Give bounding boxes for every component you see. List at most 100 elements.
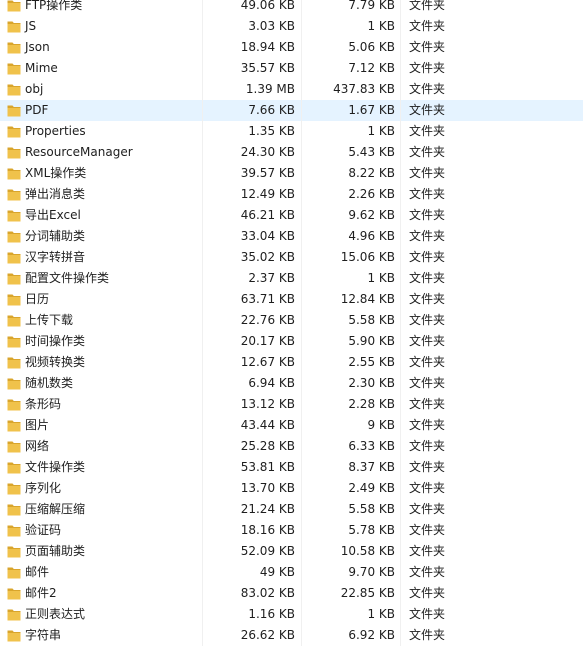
- file-name: 文件操作类: [25, 460, 86, 474]
- file-size: 39.57 KB: [240, 166, 295, 180]
- file-row[interactable]: 随机数类 6.94 KB 2.30 KB 文件夹: [0, 373, 583, 394]
- column-divider: [400, 436, 401, 457]
- file-row[interactable]: 字符串 26.62 KB 6.92 KB 文件夹: [0, 625, 583, 646]
- file-size: 43.44 KB: [240, 418, 295, 432]
- file-size: 13.12 KB: [240, 397, 295, 411]
- file-row[interactable]: JS 3.03 KB 1 KB 文件夹: [0, 16, 583, 37]
- column-divider: [400, 184, 401, 205]
- folder-icon: [7, 525, 21, 537]
- column-divider: [301, 247, 302, 268]
- folder-icon: [7, 504, 21, 516]
- file-name: 邮件: [25, 565, 50, 579]
- file-row[interactable]: 导出Excel 46.21 KB 9.62 KB 文件夹: [0, 205, 583, 226]
- file-row[interactable]: 邮件 49 KB 9.70 KB 文件夹: [0, 562, 583, 583]
- packed-size: 2.55 KB: [348, 355, 395, 369]
- file-type: 文件夹: [409, 439, 446, 453]
- file-row[interactable]: ResourceManager 24.30 KB 5.43 KB 文件夹: [0, 142, 583, 163]
- file-row[interactable]: 上传下载 22.76 KB 5.58 KB 文件夹: [0, 310, 583, 331]
- file-size: 33.04 KB: [240, 229, 295, 243]
- folder-icon: [7, 21, 21, 33]
- folder-icon: [7, 567, 21, 579]
- file-name: 压缩解压缩: [25, 502, 86, 516]
- folder-icon: [7, 378, 21, 390]
- file-type: 文件夹: [409, 481, 446, 495]
- column-divider: [301, 121, 302, 142]
- column-divider: [400, 163, 401, 184]
- file-row[interactable]: FTP操作类 49.06 KB 7.79 KB 文件夹: [0, 0, 583, 16]
- column-divider: [400, 520, 401, 541]
- column-divider: [301, 541, 302, 562]
- file-name: 邮件2: [25, 586, 57, 600]
- file-type: 文件夹: [409, 460, 446, 474]
- packed-size: 2.26 KB: [348, 187, 395, 201]
- file-name: 随机数类: [25, 376, 74, 390]
- folder-icon: [7, 441, 21, 453]
- packed-size: 1 KB: [367, 19, 395, 33]
- column-divider: [202, 415, 203, 436]
- file-row[interactable]: Json 18.94 KB 5.06 KB 文件夹: [0, 37, 583, 58]
- file-name: 序列化: [25, 481, 62, 495]
- file-row[interactable]: 验证码 18.16 KB 5.78 KB 文件夹: [0, 520, 583, 541]
- file-row[interactable]: 条形码 13.12 KB 2.28 KB 文件夹: [0, 394, 583, 415]
- column-divider: [202, 37, 203, 58]
- folder-icon: [7, 210, 21, 222]
- file-size: 52.09 KB: [240, 544, 295, 558]
- file-row[interactable]: Mime 35.57 KB 7.12 KB 文件夹: [0, 58, 583, 79]
- file-row[interactable]: 分词辅助类 33.04 KB 4.96 KB 文件夹: [0, 226, 583, 247]
- file-type: 文件夹: [409, 208, 446, 222]
- file-row[interactable]: 图片 43.44 KB 9 KB 文件夹: [0, 415, 583, 436]
- file-type: 文件夹: [409, 145, 446, 159]
- folder-icon: [7, 252, 21, 264]
- file-size: 3.03 KB: [248, 19, 295, 33]
- file-row[interactable]: XML操作类 39.57 KB 8.22 KB 文件夹: [0, 163, 583, 184]
- folder-icon: [7, 483, 21, 495]
- file-row[interactable]: 邮件2 83.02 KB 22.85 KB 文件夹: [0, 583, 583, 604]
- packed-size: 9.62 KB: [348, 208, 395, 222]
- column-divider: [301, 352, 302, 373]
- column-divider: [301, 499, 302, 520]
- file-name: 视频转换类: [25, 355, 86, 369]
- file-row[interactable]: 汉字转拼音 35.02 KB 15.06 KB 文件夹: [0, 247, 583, 268]
- column-divider: [202, 142, 203, 163]
- file-size: 12.49 KB: [240, 187, 295, 201]
- column-divider: [202, 310, 203, 331]
- file-size: 2.37 KB: [248, 271, 295, 285]
- column-divider: [301, 79, 302, 100]
- column-divider: [301, 37, 302, 58]
- file-row[interactable]: 网络 25.28 KB 6.33 KB 文件夹: [0, 436, 583, 457]
- file-row[interactable]: 文件操作类 53.81 KB 8.37 KB 文件夹: [0, 457, 583, 478]
- file-name: 图片: [25, 418, 50, 432]
- file-row[interactable]: obj 1.39 MB 437.83 KB 文件夹: [0, 79, 583, 100]
- file-row[interactable]: 弹出消息类 12.49 KB 2.26 KB 文件夹: [0, 184, 583, 205]
- file-row[interactable]: 配置文件操作类 2.37 KB 1 KB 文件夹: [0, 268, 583, 289]
- file-size: 12.67 KB: [240, 355, 295, 369]
- column-divider: [202, 226, 203, 247]
- file-row[interactable]: 时间操作类 20.17 KB 5.90 KB 文件夹: [0, 331, 583, 352]
- file-row[interactable]: 压缩解压缩 21.24 KB 5.58 KB 文件夹: [0, 499, 583, 520]
- file-row[interactable]: 正则表达式 1.16 KB 1 KB 文件夹: [0, 604, 583, 625]
- file-row[interactable]: 日历 63.71 KB 12.84 KB 文件夹: [0, 289, 583, 310]
- column-divider: [202, 541, 203, 562]
- folder-icon: [7, 315, 21, 327]
- file-row[interactable]: 视频转换类 12.67 KB 2.55 KB 文件夹: [0, 352, 583, 373]
- file-name: XML操作类: [25, 166, 87, 180]
- packed-size: 8.37 KB: [348, 460, 395, 474]
- file-type: 文件夹: [409, 523, 446, 537]
- file-type: 文件夹: [409, 19, 446, 33]
- column-divider: [301, 415, 302, 436]
- file-name: Json: [25, 40, 50, 54]
- file-row[interactable]: PDF 7.66 KB 1.67 KB 文件夹: [0, 100, 583, 121]
- file-type: 文件夹: [409, 229, 446, 243]
- file-type: 文件夹: [409, 586, 446, 600]
- file-type: 文件夹: [409, 628, 446, 642]
- folder-icon: [7, 462, 21, 474]
- file-row[interactable]: 页面辅助类 52.09 KB 10.58 KB 文件夹: [0, 541, 583, 562]
- column-divider: [202, 268, 203, 289]
- column-divider: [400, 226, 401, 247]
- file-row[interactable]: 序列化 13.70 KB 2.49 KB 文件夹: [0, 478, 583, 499]
- file-size: 18.16 KB: [240, 523, 295, 537]
- column-divider: [301, 184, 302, 205]
- file-type: 文件夹: [409, 313, 446, 327]
- packed-size: 10.58 KB: [340, 544, 395, 558]
- file-row[interactable]: Properties 1.35 KB 1 KB 文件夹: [0, 121, 583, 142]
